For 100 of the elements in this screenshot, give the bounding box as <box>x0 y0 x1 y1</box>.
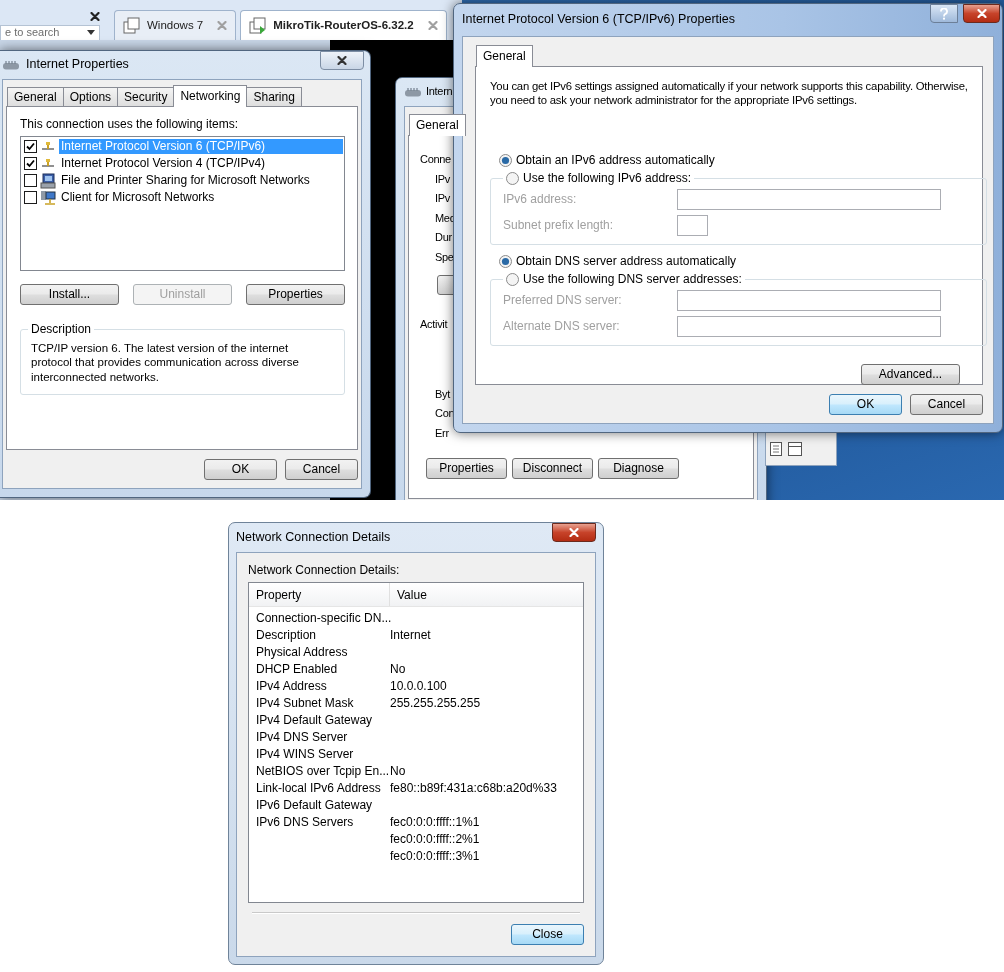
dialog-button[interactable]: Cancel <box>910 394 983 415</box>
window-title: Internet Protocol Version 6 (TCP/IPv6) Properties <box>462 12 736 28</box>
description-text: TCP/IP version 6. The latest version of the internet protocol that provides communication across diverse interconnected networks. <box>31 341 300 385</box>
column-header[interactable]: Value <box>390 583 434 606</box>
field-label: Spe <box>435 250 454 263</box>
tab[interactable]: Sharing <box>246 87 302 106</box>
close-icon[interactable] <box>90 12 100 21</box>
table-cell: fec0:0:0:ffff::1%1 <box>390 815 480 829</box>
radio-button[interactable] <box>499 254 512 268</box>
dropdown-caret-icon[interactable] <box>87 30 95 36</box>
field-label: Preferred DNS server: <box>503 292 623 308</box>
table-cell: Internet <box>390 628 431 642</box>
table-cell: fe80::b89f:431a:c68b:a20d%33 <box>390 781 557 795</box>
close-button[interactable] <box>963 4 1000 23</box>
section-heading: Activit <box>420 318 448 330</box>
field-label: Subnet prefix length: <box>503 217 615 233</box>
input-field[interactable] <box>677 289 941 311</box>
table-cell: No <box>390 662 406 676</box>
network-client-icon <box>40 189 56 206</box>
vm-tab[interactable]: MikroTik-RouterOS-6.32.2 <box>240 10 447 40</box>
action-button[interactable]: Install... <box>20 284 119 305</box>
dialog-button[interactable]: Cancel <box>285 459 358 480</box>
virtual-machine-icon <box>249 16 268 35</box>
help-button[interactable] <box>930 4 958 23</box>
close-icon <box>337 56 347 65</box>
search-placeholder: e to search <box>5 26 60 40</box>
tab[interactable]: Networking <box>173 85 248 107</box>
checkbox[interactable] <box>24 191 37 204</box>
table-cell: IPv4 Address <box>256 679 327 693</box>
field-label: Alternate DNS server: <box>503 318 621 334</box>
dialog-button[interactable]: OK <box>204 459 277 480</box>
input-field[interactable] <box>677 214 708 236</box>
option-label[interactable]: Use the following DNS server addresses: <box>523 271 742 287</box>
field-label: IPv <box>435 172 450 185</box>
list-item[interactable]: File and Printer Sharing for Microsoft Networks <box>59 173 312 188</box>
table-cell: IPv4 Default Gateway <box>256 713 373 727</box>
tab-label: MikroTik-RouterOS-6.32.2 <box>273 18 414 33</box>
input-field[interactable] <box>677 188 941 210</box>
table-cell: Description <box>256 628 317 642</box>
tab-label: Windows 7 <box>147 18 204 33</box>
table-cell: fec0:0:0:ffff::2%1 <box>390 832 480 846</box>
tab[interactable]: General <box>409 114 466 136</box>
list-item[interactable]: Internet Protocol Version 4 (TCP/IPv4) <box>59 156 268 171</box>
option-label[interactable]: Use the following IPv6 address: <box>523 170 692 186</box>
window-title: Network Connection Details <box>236 529 391 546</box>
close-dialog-button[interactable]: Close <box>511 924 584 945</box>
option-label[interactable]: Obtain DNS server address automatically <box>516 253 737 269</box>
checkbox[interactable] <box>24 174 37 187</box>
checkbox[interactable] <box>24 140 37 153</box>
list-heading: Network Connection Details: <box>248 563 401 578</box>
table-cell: DHCP Enabled <box>256 662 338 676</box>
tab[interactable]: General <box>476 45 533 67</box>
action-button[interactable]: Properties <box>426 458 507 479</box>
group-title: Description <box>31 321 92 337</box>
radio-button[interactable] <box>499 153 512 167</box>
action-button[interactable]: Properties <box>246 284 345 305</box>
virtual-machine-icon <box>123 16 141 35</box>
computer-printer-icon <box>40 172 56 189</box>
field-label: Dur <box>435 231 452 243</box>
tab[interactable]: General <box>7 87 64 106</box>
action-button[interactable]: Diagnose <box>598 458 679 479</box>
window-title: Internet Properties <box>26 57 129 73</box>
table-cell: IPv4 Subnet Mask <box>256 696 354 710</box>
table-cell: No <box>390 764 406 778</box>
network-icon <box>2 60 20 70</box>
field-label: IPv6 address: <box>503 191 578 207</box>
help-icon <box>940 7 948 20</box>
close-button[interactable] <box>320 51 364 70</box>
field-label: Byt <box>435 387 450 400</box>
dialog-button[interactable]: OK <box>829 394 902 415</box>
table-cell: IPv4 DNS Server <box>256 730 348 744</box>
table-cell: NetBIOS over Tcpip En... <box>256 764 390 778</box>
radio-button[interactable] <box>506 171 519 185</box>
page-icon[interactable] <box>770 441 782 456</box>
close-button[interactable] <box>552 523 596 542</box>
table-cell: IPv4 WINS Server <box>256 747 354 761</box>
table-cell: Connection-specific DN... <box>256 611 392 625</box>
action-button[interactable]: Disconnect <box>512 458 593 479</box>
table-cell: IPv6 DNS Servers <box>256 815 354 829</box>
table-cell: Link-local IPv6 Address <box>256 781 381 795</box>
input-field[interactable] <box>677 315 941 337</box>
network-icon <box>404 87 422 97</box>
table-cell: Physical Address <box>256 645 348 659</box>
option-label[interactable]: Obtain an IPv6 address automatically <box>516 152 715 168</box>
field-label: Err <box>435 426 449 439</box>
column-header[interactable]: Property <box>249 583 390 606</box>
tab[interactable]: Options <box>62 87 119 106</box>
close-icon <box>976 9 987 18</box>
advanced-button[interactable]: Advanced... <box>861 364 960 385</box>
checkbox[interactable] <box>24 157 37 170</box>
close-icon <box>569 528 579 537</box>
list-item[interactable]: Client for Microsoft Networks <box>59 190 217 205</box>
radio-button[interactable] <box>506 272 519 286</box>
table-cell: fec0:0:0:ffff::3%1 <box>390 849 480 863</box>
window-icon[interactable] <box>788 441 802 456</box>
search-field[interactable]: e to search <box>0 25 100 41</box>
list-heading: This connection uses the following items: <box>20 117 240 132</box>
vm-tab[interactable]: Windows 7 <box>114 10 237 40</box>
table-cell: IPv6 Default Gateway <box>256 798 373 812</box>
tab[interactable]: Security <box>117 87 175 106</box>
